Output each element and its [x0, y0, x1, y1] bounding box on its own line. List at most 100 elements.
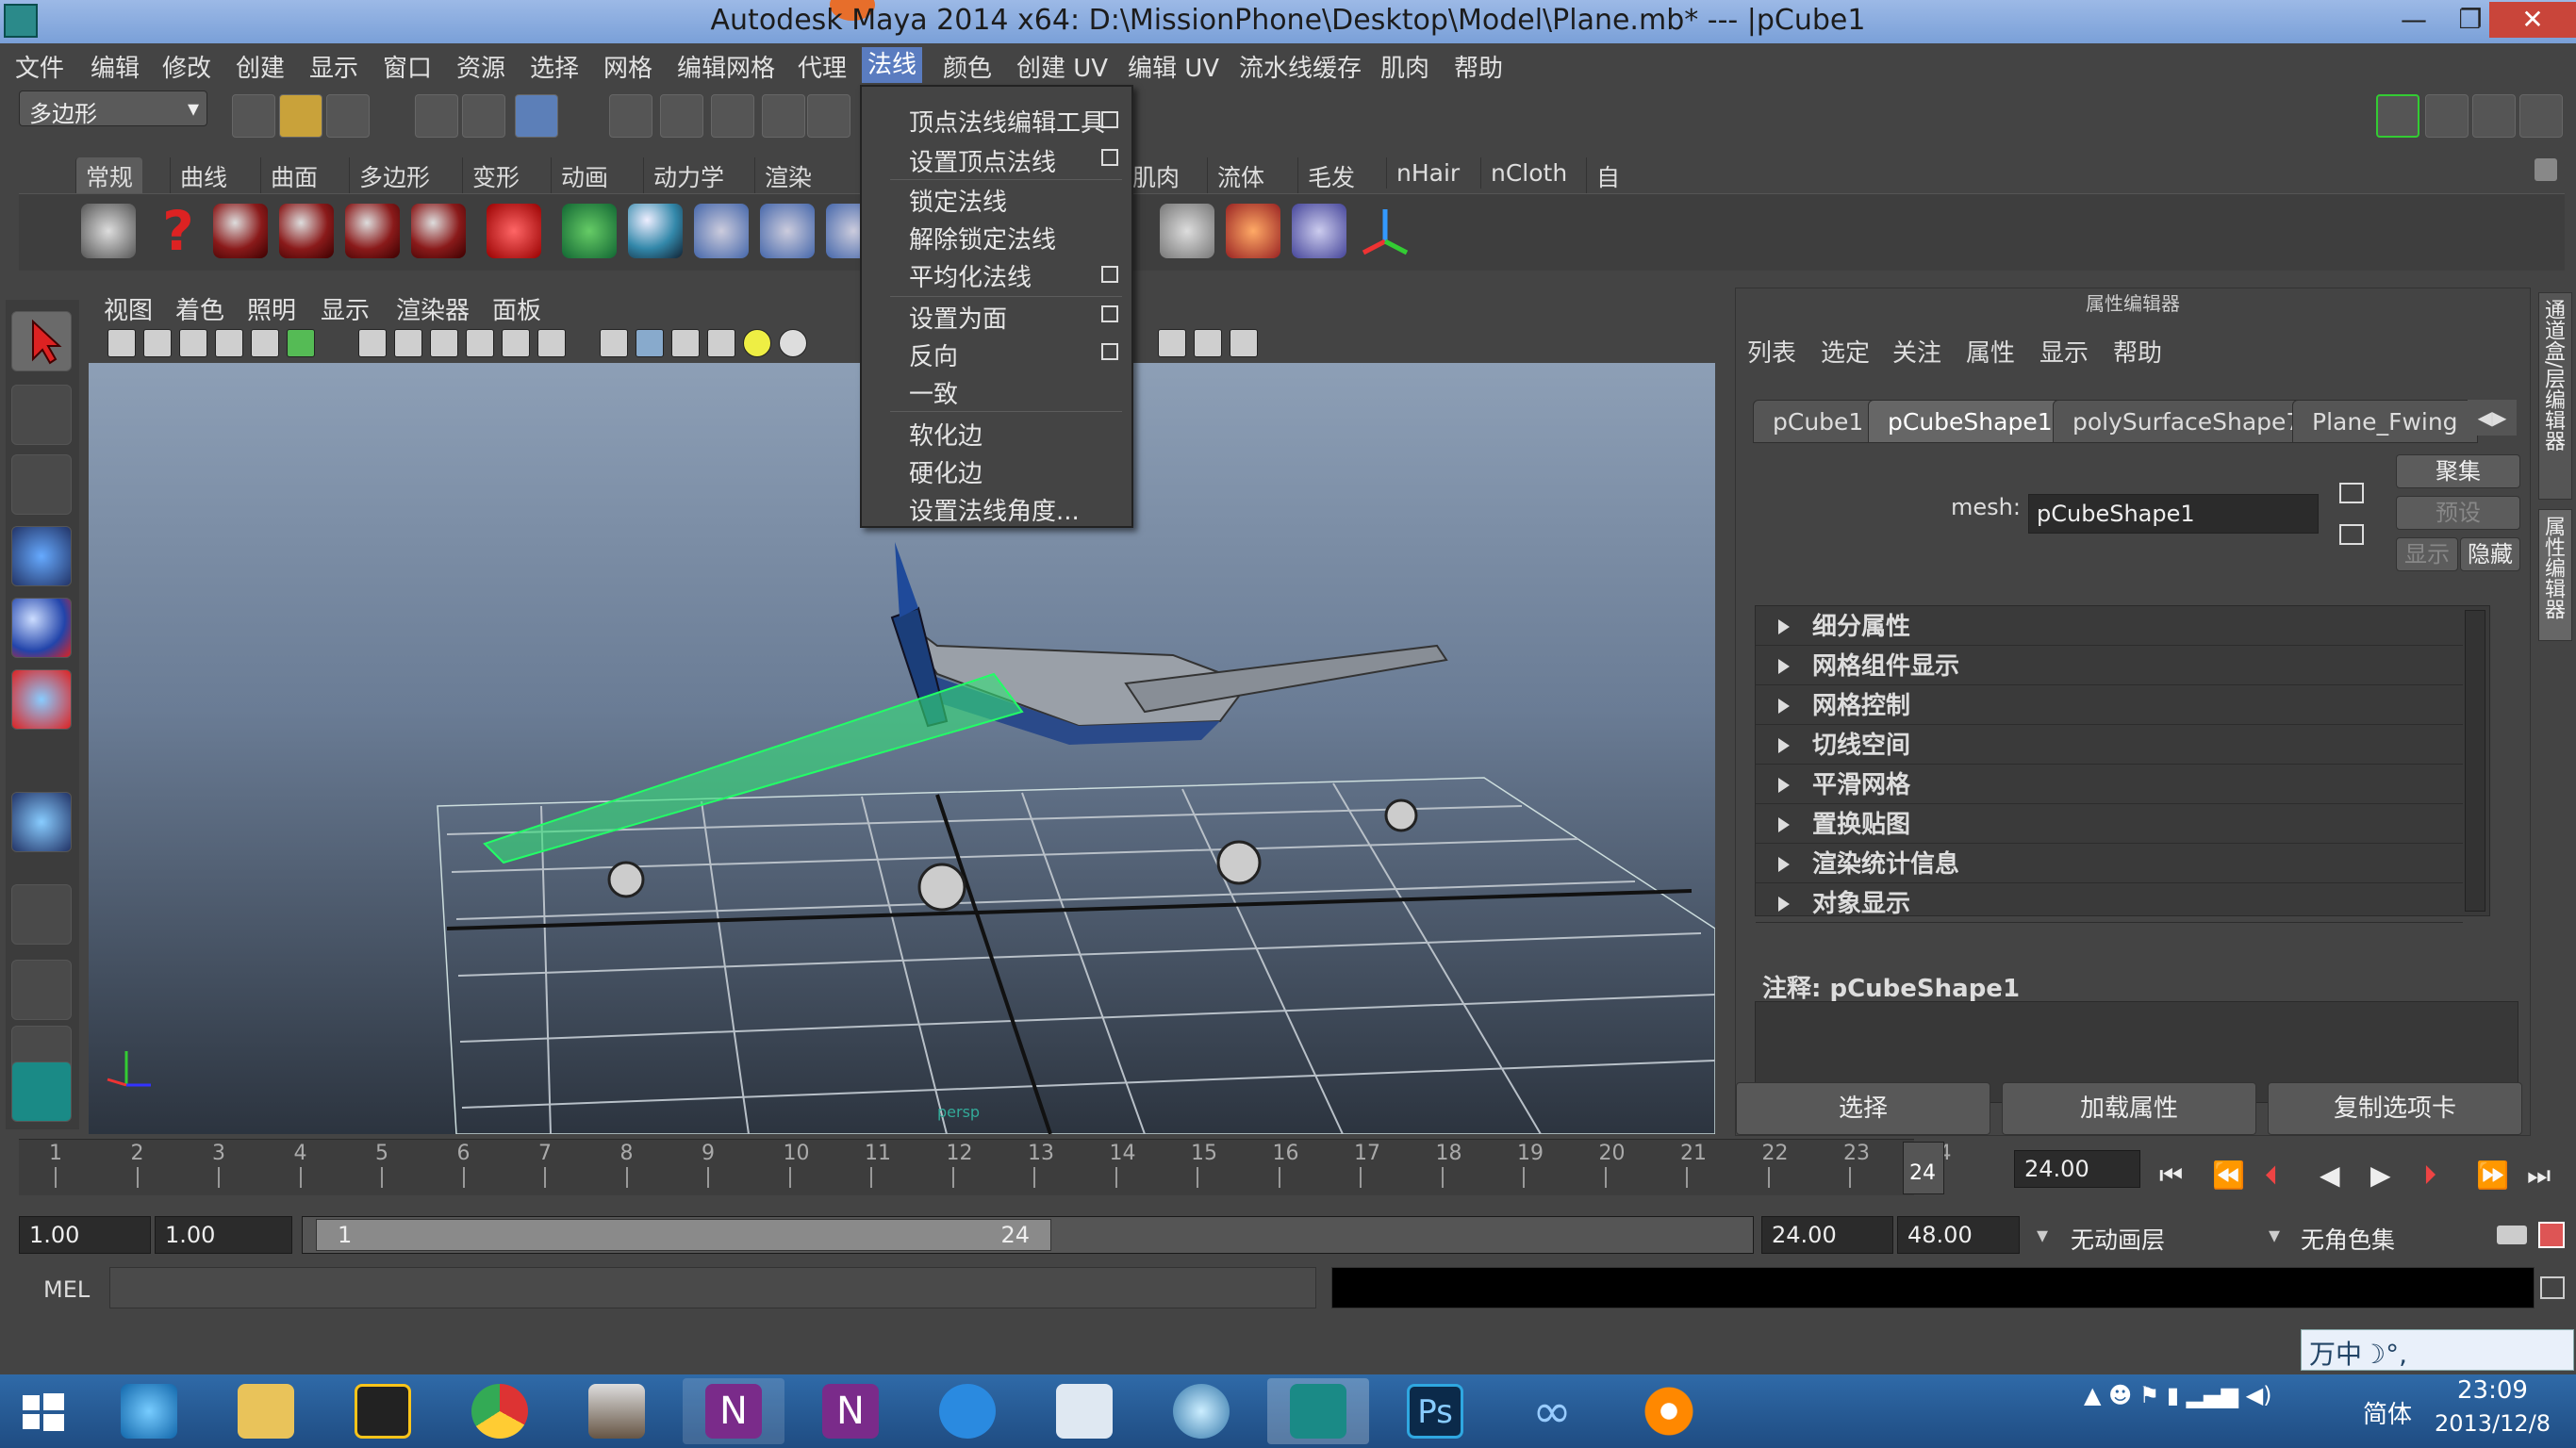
go-to-input-icon[interactable] — [2339, 483, 2364, 503]
section-smooth-mesh[interactable]: 平滑网格 — [1756, 766, 2463, 804]
textured-icon[interactable] — [707, 329, 735, 357]
clock-date[interactable]: 2013/12/8 — [2435, 1410, 2551, 1437]
snap-grid-icon[interactable] — [609, 94, 652, 138]
lights-icon[interactable] — [743, 329, 771, 357]
play-forwards-icon[interactable]: ▶ — [2370, 1160, 2391, 1191]
film-reel-icon[interactable] — [81, 204, 136, 258]
panel-menu-panels[interactable]: 面板 — [492, 291, 541, 326]
trash-icon[interactable] — [2535, 158, 2557, 181]
step-forward-key-icon[interactable]: ⏵ — [2423, 1160, 2436, 1192]
grid-toggle-icon[interactable] — [358, 329, 387, 357]
ae-tab-polysurfaceshape7[interactable]: polySurfaceShape7 — [2053, 400, 2321, 443]
taskbar-maya[interactable] — [1267, 1378, 1369, 1444]
panel-menu-view[interactable]: 视图 — [104, 291, 153, 326]
focus-button[interactable]: 聚集 — [2396, 454, 2520, 488]
ae-menu-selected[interactable]: 选定 — [1821, 334, 1870, 369]
section-mesh-controls[interactable]: 网格控制 — [1756, 687, 2463, 725]
shelf-tab-dynamics[interactable]: 动力学 — [643, 157, 734, 195]
show-modeling-toolkit-icon[interactable] — [2376, 94, 2419, 138]
normals-menu-item-unlock-normals[interactable]: 解除锁定法线 — [909, 221, 1056, 255]
menu-help[interactable]: 帮助 — [1454, 49, 1503, 84]
wireframe-on-shaded-icon[interactable] — [671, 329, 700, 357]
section-render-stats[interactable]: 渲染统计信息 — [1756, 846, 2463, 883]
new-scene-icon[interactable] — [232, 94, 275, 138]
select-by-hierarchy-icon[interactable] — [415, 94, 458, 138]
option-box-icon[interactable] — [1101, 266, 1118, 283]
shelf-tab-surfaces[interactable]: 曲面 — [260, 157, 327, 195]
option-box-icon[interactable] — [1101, 343, 1118, 360]
menu-muscle[interactable]: 肌肉 — [1380, 49, 1429, 84]
menu-proxy[interactable]: 代理 — [798, 49, 847, 84]
command-input[interactable] — [109, 1267, 1316, 1308]
scale-tool-icon[interactable] — [11, 669, 72, 730]
shelf-tab-fur[interactable]: 毛发 — [1297, 157, 1364, 195]
menu-create-uv[interactable]: 创建 UV — [1016, 49, 1108, 84]
taskbar-media-player[interactable] — [332, 1378, 434, 1444]
playback-end-field[interactable]: 24.00 — [1761, 1216, 1893, 1254]
menu-display[interactable]: 显示 — [309, 49, 358, 84]
single-perspective-layout-icon[interactable] — [11, 884, 72, 945]
normals-menu-item-vertex-normal-edit-tool[interactable]: 顶点法线编辑工具 — [909, 104, 1105, 139]
tab-scroll-arrows-icon[interactable]: ◀▶ — [2468, 400, 2517, 436]
shadows-icon[interactable] — [779, 329, 807, 357]
film-gate-icon[interactable] — [287, 329, 315, 357]
save-scene-icon[interactable] — [326, 94, 370, 138]
range-slider-handle[interactable]: 1 24 — [316, 1219, 1051, 1251]
snap-curve-icon[interactable] — [660, 94, 703, 138]
menu-mesh[interactable]: 网格 — [603, 49, 652, 84]
normals-menu-item-reverse[interactable]: 反向 — [909, 337, 958, 372]
time-slider[interactable]: 1 2 3 4 5 6 7 8 9 10 11 12 13 14 15 16 17 18 19 20 21 22 23 24 … — [19, 1139, 1952, 1195]
shelf-tab-deformation[interactable]: 变形 — [462, 157, 529, 195]
open-scene-icon[interactable] — [279, 94, 322, 138]
ae-menu-focus[interactable]: 关注 — [1892, 334, 1941, 369]
xray-joints-icon[interactable] — [1230, 329, 1258, 357]
field-chart-icon[interactable] — [466, 329, 494, 357]
presets-button[interactable]: 预设 — [2396, 496, 2520, 530]
playback-start-field[interactable]: 1.00 — [155, 1216, 292, 1254]
show-channel-box-icon[interactable] — [2519, 94, 2563, 138]
go-to-start-icon[interactable]: ⏮ — [2159, 1160, 2183, 1192]
four-view-layout-icon[interactable] — [11, 960, 72, 1020]
section-displacement-map[interactable]: 置换贴图 — [1756, 806, 2463, 844]
panel-menu-show[interactable]: 显示 — [321, 291, 370, 326]
taskbar-onenote[interactable]: N — [683, 1378, 784, 1444]
go-to-end-icon[interactable]: ⏭ — [2527, 1160, 2551, 1192]
taskbar-chrome[interactable] — [449, 1378, 551, 1444]
option-box-icon[interactable] — [1101, 149, 1118, 166]
ae-menu-help[interactable]: 帮助 — [2113, 334, 2162, 369]
normals-menu-item-set-vertex-normal[interactable]: 设置顶点法线 — [909, 143, 1056, 178]
ae-menu-list[interactable]: 列表 — [1747, 334, 1796, 369]
go-to-output-icon[interactable] — [2339, 524, 2364, 545]
menu-edit-uv[interactable]: 编辑 UV — [1128, 49, 1219, 84]
menu-file[interactable]: 文件 — [15, 49, 64, 84]
current-frame-marker[interactable]: 24 — [1903, 1142, 1944, 1194]
shelf-tab-rendering[interactable]: 渲染 — [754, 157, 821, 195]
panel-menu-lighting[interactable]: 照明 — [247, 291, 296, 326]
paint-brush-icon[interactable] — [1226, 204, 1280, 258]
menu-create[interactable]: 创建 — [236, 49, 285, 84]
start-button[interactable] — [9, 1378, 111, 1444]
section-mesh-component-display[interactable]: 网格组件显示 — [1756, 648, 2463, 685]
smooth-shade-icon[interactable] — [636, 329, 664, 357]
taskbar-ie[interactable] — [98, 1378, 200, 1444]
joint-icon[interactable] — [694, 204, 749, 258]
image-plane-icon[interactable] — [215, 329, 243, 357]
isolate-select-icon[interactable] — [1158, 329, 1186, 357]
play-backwards-icon[interactable]: ◀ — [2320, 1160, 2340, 1191]
resolution-gate-icon[interactable] — [394, 329, 422, 357]
minimize-button[interactable]: — — [2386, 2, 2442, 38]
load-attributes-button[interactable]: 加载属性 — [2002, 1082, 2256, 1135]
ime-mode-icon[interactable]: 万中☽°, — [2309, 1339, 2407, 1370]
menu-edit-mesh[interactable]: 编辑网格 — [677, 49, 775, 84]
sections-scrollbar[interactable] — [2465, 610, 2485, 912]
taskbar-onenote-x[interactable]: N — [800, 1378, 901, 1444]
ime-language-label[interactable]: 简体 — [2363, 1395, 2412, 1430]
taskbar-blender[interactable] — [1618, 1378, 1720, 1444]
rotate-tool-icon[interactable] — [11, 598, 72, 658]
option-box-icon[interactable] — [1101, 111, 1118, 128]
normals-menu-item-lock-normals[interactable]: 锁定法线 — [909, 183, 1007, 218]
shelf-tab-ncloth[interactable]: nCloth — [1480, 157, 1577, 189]
start-time-field[interactable]: 1.00 — [19, 1216, 151, 1254]
show-attribute-editor-icon[interactable] — [2425, 94, 2469, 138]
select-button[interactable]: 选择 — [1736, 1082, 1990, 1135]
